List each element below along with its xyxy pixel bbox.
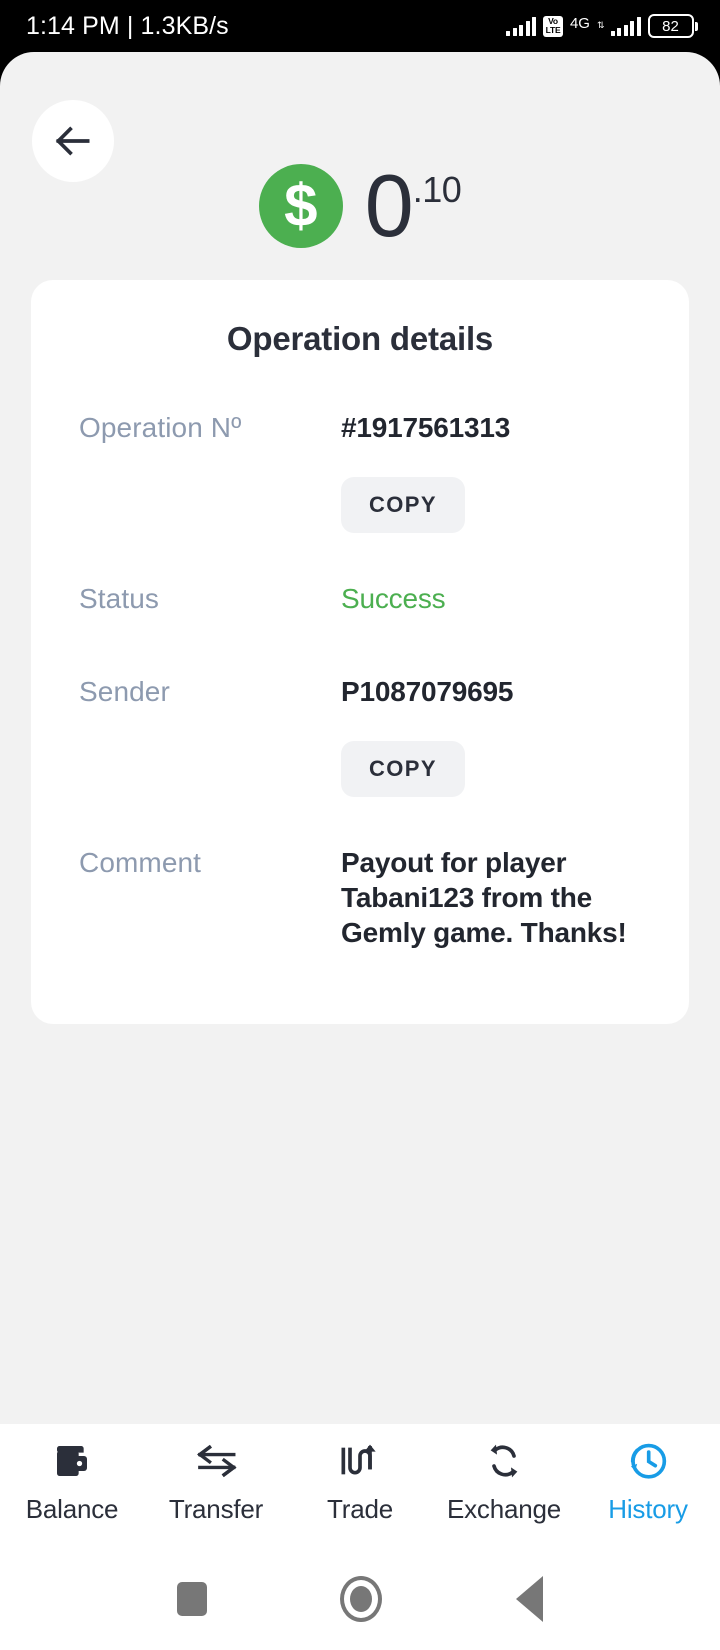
copy-operation-number-button[interactable]: COPY [341,477,465,533]
tab-label: Transfer [168,1494,264,1524]
status-bar: 1:14 PM | 1.3KB/s Vo LTE 4G ⇅ 82 [0,0,720,52]
status-separator: | [126,11,134,40]
signal-bars-sim2-icon [610,16,641,36]
amount-value: 0 .10 [364,156,462,256]
exchange-loop-icon [484,1440,524,1482]
square-recents-icon[interactable] [176,1582,207,1616]
detail-value: P1087079695 [341,676,514,707]
detail-row-comment: Comment Payout for player Tabani123 from… [79,845,641,950]
circle-home-icon[interactable] [340,1576,383,1622]
detail-label: Comment [79,847,202,878]
detail-label: Status [79,583,159,614]
status-bar-left: 1:14 PM | 1.3KB/s [26,12,229,41]
amount-integer: 0 [364,156,414,256]
copy-row-spacer [79,727,341,729]
detail-value: #1917561313 [341,412,511,443]
battery-percent-text: 82 [647,14,694,38]
network-type-group: 4G [569,14,590,36]
copy-sender-button[interactable]: COPY [341,741,465,797]
triangle-back-icon[interactable] [516,1576,544,1622]
copy-wrap: COPY [341,727,465,827]
copy-row-sender: COPY [79,727,641,827]
detail-row-operation-number: Operation Nº #1917561313 [79,410,641,445]
status-bar-right: Vo LTE 4G ⇅ 82 [506,14,698,38]
data-transfer-icon: ⇅ [596,20,604,30]
signal-bars-sim1-icon [506,16,537,36]
status-badge: Success [341,583,446,614]
dollar-coin-icon: $ [258,164,343,248]
history-clock-icon [627,1440,669,1482]
amount-header: $ 0 .10 [0,156,720,256]
tab-label: Balance [25,1494,119,1524]
volte-icon: Vo LTE [543,15,563,37]
battery-tip [695,21,698,31]
tab-balance[interactable]: Balance [0,1440,144,1525]
tab-exchange[interactable]: Exchange [432,1440,576,1525]
wallet-icon [52,1440,92,1482]
detail-value: Payout for player Tabani123 from the Gem… [341,847,627,948]
volte-line-2: LTE [545,25,561,35]
amount-decimal: .10 [412,169,462,211]
phone-screen: 1:14 PM | 1.3KB/s Vo LTE 4G ⇅ 82 $ 0 .10… [0,0,720,1650]
tab-label: Trade [327,1494,393,1524]
transfer-arrows-icon [195,1440,237,1482]
network-speed-text: 1.3KB/s [140,11,229,40]
clock-text: 1:14 PM [26,11,120,40]
tab-history[interactable]: History [576,1440,720,1525]
android-system-nav [0,1548,720,1650]
operation-details-card: Operation details Operation Nº #19175613… [31,280,689,1024]
bottom-tab-bar: Balance Transfer Trade Exchange History [0,1424,720,1548]
detail-row-sender: Sender P1087079695 [79,674,641,709]
detail-label: Operation Nº [79,412,242,443]
copy-row-operation-number: COPY [79,463,641,563]
copy-wrap: COPY [341,463,465,563]
detail-label: Sender [79,676,170,707]
page-title: Operation details [226,320,494,357]
row-spacer [79,634,641,674]
tab-trade[interactable]: Trade [288,1440,432,1525]
trade-chart-icon [340,1440,380,1482]
app-content: $ 0 .10 Operation details Operation Nº #… [0,52,720,1548]
tab-transfer[interactable]: Transfer [144,1440,288,1525]
network-type-text: 4G [569,14,590,32]
tab-label: Exchange [446,1494,562,1524]
tab-label: History [608,1494,688,1524]
arrow-left-icon [55,126,90,156]
battery-icon: 82 [647,14,698,38]
copy-row-spacer [79,463,341,465]
detail-row-status: Status Success [79,581,641,616]
